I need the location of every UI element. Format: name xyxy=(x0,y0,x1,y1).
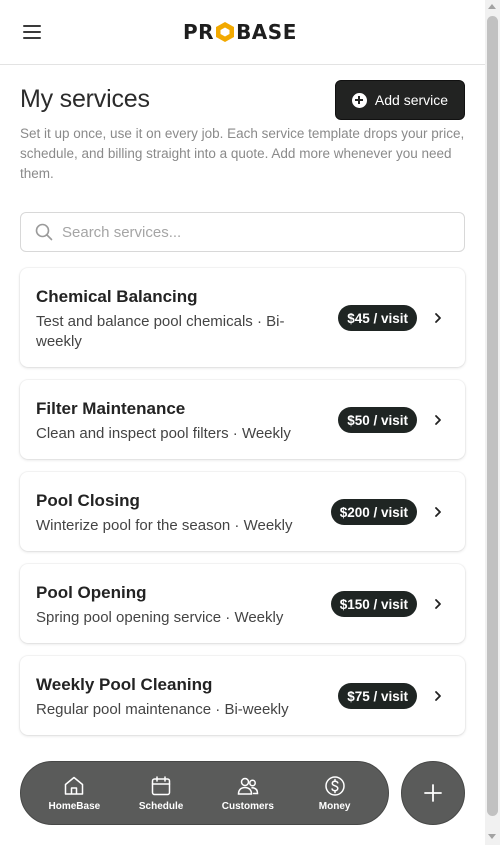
scrollbar-thumb[interactable] xyxy=(487,16,498,816)
service-description: Test and balance pool chemicals · Bi-wee… xyxy=(36,313,285,350)
probase-logo[interactable]: PR BASE xyxy=(183,20,297,44)
search-icon xyxy=(35,223,53,241)
nav-label: Customers xyxy=(221,801,274,812)
service-card-pool-closing[interactable]: Pool Closing Winterize pool for the seas… xyxy=(20,472,465,551)
service-name: Filter Maintenance xyxy=(36,399,186,418)
service-card-filter-maintenance[interactable]: Filter Maintenance Clean and inspect poo… xyxy=(20,380,465,459)
service-name: Chemical Balancing xyxy=(36,287,198,306)
service-description: Clean and inspect pool filters · Weekly xyxy=(36,425,291,442)
chevron-right-icon xyxy=(435,415,441,425)
calendar-icon xyxy=(151,776,171,796)
page-title: My services xyxy=(20,85,150,113)
nav-item-customers[interactable]: Customers xyxy=(210,774,286,812)
scroll-down-arrow-icon[interactable] xyxy=(488,834,496,839)
top-header: PR BASE xyxy=(0,0,485,65)
price-badge: $150 / visit xyxy=(330,591,417,617)
home-icon xyxy=(65,776,84,795)
price-badge: $50 / visit xyxy=(338,407,417,433)
price-badge: $75 / visit xyxy=(338,683,417,709)
service-description: Regular pool maintenance · Bi-weekly xyxy=(36,701,289,718)
search-input[interactable] xyxy=(62,223,464,241)
hamburger-menu-icon[interactable] xyxy=(18,18,46,46)
service-card-weekly-pool-cleaning[interactable]: Weekly Pool Cleaning Regular pool mainte… xyxy=(20,656,465,735)
add-service-button[interactable]: Add service xyxy=(335,80,465,120)
nav-item-money[interactable]: Money xyxy=(297,774,373,812)
users-icon xyxy=(237,777,259,795)
service-card-chemical-balancing[interactable]: Chemical Balancing Test and balance pool… xyxy=(20,268,465,367)
chevron-right-icon xyxy=(435,691,441,701)
add-service-label: Add service xyxy=(374,92,449,108)
scroll-up-arrow-icon[interactable] xyxy=(488,4,496,9)
dollar-icon xyxy=(324,776,345,796)
service-name: Pool Opening xyxy=(36,583,147,602)
price-badge: $200 / visit xyxy=(330,499,417,525)
service-name: Pool Closing xyxy=(36,491,140,510)
chevron-right-icon xyxy=(435,313,441,323)
service-description: Spring pool opening service · Weekly xyxy=(36,609,284,626)
service-description: Winterize pool for the season · Weekly xyxy=(36,517,293,534)
quick-add-button[interactable] xyxy=(401,761,465,825)
chevron-right-icon xyxy=(435,599,441,609)
search-bar xyxy=(20,212,465,252)
nav-item-homebase[interactable]: HomeBase xyxy=(36,774,112,812)
intro-text: Set it up once, use it on every job. Eac… xyxy=(20,126,465,181)
bottom-navigation: HomeBase Schedule Customers Money xyxy=(20,761,389,825)
chevron-right-icon xyxy=(435,507,441,517)
logo-text-left: PR xyxy=(183,20,215,44)
nav-label: Money xyxy=(318,801,351,812)
nav-label: HomeBase xyxy=(48,801,101,812)
nav-label: Schedule xyxy=(138,801,184,812)
plus-circle-icon xyxy=(351,92,367,108)
app-viewport: PR BASE My services Add service Set it u… xyxy=(0,0,485,845)
price-badge: $45 / visit xyxy=(338,305,417,331)
plus-icon xyxy=(424,784,442,802)
nav-item-schedule[interactable]: Schedule xyxy=(123,774,199,812)
vertical-scrollbar[interactable] xyxy=(485,0,500,845)
hexagon-logo-icon xyxy=(216,22,235,42)
logo-text-right: BASE xyxy=(236,20,297,44)
service-card-pool-opening[interactable]: Pool Opening Spring pool opening service… xyxy=(20,564,465,643)
service-name: Weekly Pool Cleaning xyxy=(36,675,213,694)
